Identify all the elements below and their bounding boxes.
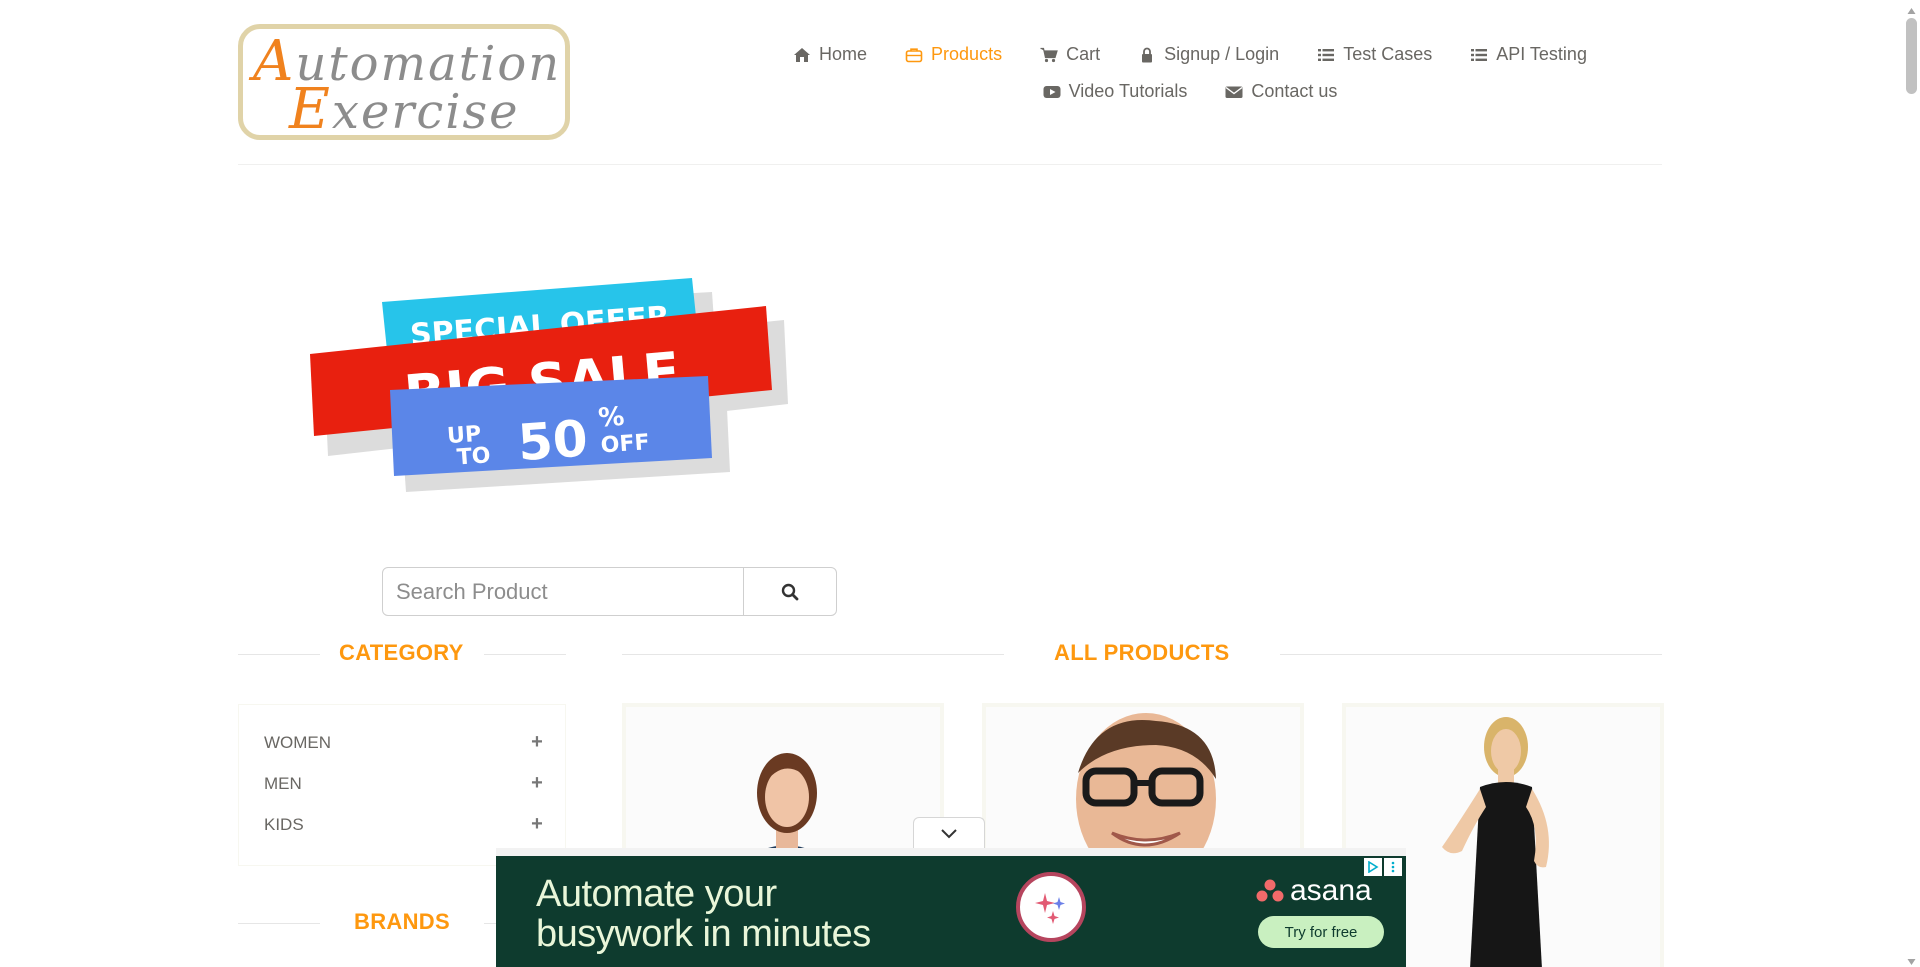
- brands-title-rule-left: [238, 923, 320, 924]
- nav-products[interactable]: Products: [905, 44, 1002, 65]
- ad-more-options-icon[interactable]: [1384, 858, 1402, 876]
- nav-row-2: Video Tutorials Contact us: [660, 73, 1720, 110]
- ad-badges: [1364, 858, 1402, 876]
- banner-percent-value: 50: [516, 409, 589, 472]
- scroll-up-icon[interactable]: [1906, 3, 1917, 14]
- nav-contact-us[interactable]: Contact us: [1225, 81, 1337, 102]
- ad-sparkle-badge: [1016, 872, 1086, 942]
- banner-to: TO: [456, 443, 491, 470]
- nav-test-cases[interactable]: Test Cases: [1317, 44, 1432, 65]
- main-nav: Home Products Cart Signup / Login Test C…: [660, 36, 1720, 110]
- category-title: CATEGORY: [339, 640, 464, 665]
- nav-row-1: Home Products Cart Signup / Login Test C…: [660, 36, 1720, 73]
- category-item-women[interactable]: WOMEN +: [264, 731, 544, 754]
- category-item-label: MEN: [264, 773, 302, 793]
- youtube-play-icon: [1043, 84, 1061, 100]
- ad-headline-line-1: Automate your: [536, 873, 777, 915]
- chevron-down-icon: [940, 828, 958, 840]
- ad-headline: Automate your busywork in minutes: [536, 874, 871, 954]
- category-item-label: KIDS: [264, 814, 304, 834]
- logo-word-2: xercise: [331, 84, 520, 140]
- category-title-rule-right: [484, 654, 566, 655]
- site-logo[interactable]: Automation Exercise: [238, 24, 570, 142]
- search-icon: [781, 583, 799, 601]
- plus-icon[interactable]: +: [530, 813, 544, 836]
- products-title-rule-right: [1280, 654, 1662, 655]
- nav-video-tutorials-label: Video Tutorials: [1068, 81, 1188, 101]
- sparkle-icon: [1035, 893, 1065, 924]
- category-panel: WOMEN + MEN + KIDS +: [238, 704, 566, 866]
- asana-logo: asana: [1256, 874, 1372, 908]
- list-icon: [1317, 47, 1335, 63]
- ad-cta-button[interactable]: Try for free: [1258, 916, 1384, 948]
- lock-icon: [1138, 47, 1156, 63]
- briefcase-icon: [905, 47, 923, 63]
- ad-banner[interactable]: Automate your busywork in minutes asana …: [496, 848, 1406, 967]
- category-title-rule-left: [238, 654, 320, 655]
- nav-signup-login-label: Signup / Login: [1164, 44, 1280, 64]
- nav-home[interactable]: Home: [793, 44, 867, 65]
- adchoices-icon[interactable]: [1364, 858, 1382, 876]
- header-divider: [238, 164, 1662, 165]
- category-item-label: WOMEN: [264, 732, 332, 752]
- search-input[interactable]: [382, 567, 744, 616]
- all-products-title: ALL PRODUCTS: [1054, 640, 1230, 665]
- ad-brand-name: asana: [1290, 874, 1372, 907]
- category-item-kids[interactable]: KIDS +: [264, 813, 544, 836]
- category-item-men[interactable]: MEN +: [264, 772, 544, 795]
- page-scrollbar[interactable]: [1903, 0, 1920, 967]
- nav-test-cases-label: Test Cases: [1343, 44, 1433, 64]
- nav-api-testing-label: API Testing: [1496, 44, 1587, 64]
- scroll-down-icon[interactable]: [1906, 954, 1917, 965]
- nav-home-label: Home: [819, 44, 868, 64]
- asana-dots-icon: [1256, 879, 1284, 902]
- brands-title: BRANDS: [354, 909, 450, 934]
- nav-api-testing[interactable]: API Testing: [1470, 44, 1587, 65]
- scrollbar-thumb[interactable]: [1906, 18, 1917, 94]
- banner-off: OFF: [600, 430, 650, 458]
- plus-icon[interactable]: +: [530, 772, 544, 795]
- sale-banner-graphic: SPECIAL OFFER BIG SALE UP TO 50 % OFF: [310, 278, 788, 492]
- ad-headline-line-2: busywork in minutes: [536, 913, 871, 955]
- logo-line-2: Exercise: [289, 77, 520, 142]
- banner-percent-sign: %: [597, 402, 625, 434]
- nav-contact-us-label: Contact us: [1251, 81, 1338, 101]
- list-icon: [1470, 47, 1488, 63]
- ad-collapse-button[interactable]: [913, 817, 985, 849]
- plus-icon[interactable]: +: [530, 731, 544, 754]
- nav-cart-label: Cart: [1066, 44, 1101, 64]
- search-button[interactable]: [743, 567, 837, 616]
- logo-cap-e: E: [289, 77, 332, 142]
- nav-cart[interactable]: Cart: [1040, 44, 1100, 65]
- cart-icon: [1040, 47, 1058, 63]
- envelope-icon: [1225, 84, 1243, 100]
- nav-video-tutorials[interactable]: Video Tutorials: [1043, 81, 1188, 102]
- nav-products-label: Products: [931, 44, 1003, 64]
- nav-signup-login[interactable]: Signup / Login: [1138, 44, 1279, 65]
- products-title-rule-left: [622, 654, 1004, 655]
- home-icon: [793, 47, 811, 63]
- sale-banner: SPECIAL OFFER BIG SALE UP TO 50 % OFF: [306, 262, 806, 492]
